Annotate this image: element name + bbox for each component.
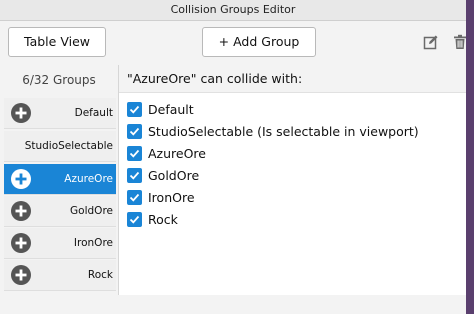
collide-item-label: GoldOre <box>148 167 200 183</box>
add-circle-icon[interactable] <box>11 233 31 253</box>
collision-groups-editor-window: Collision Groups Editor Table View + Add… <box>0 0 466 314</box>
collide-item-rock[interactable]: Rock <box>127 208 178 230</box>
checkbox-checked-icon[interactable] <box>127 211 142 227</box>
panel-header: "AzureOre" can collide with: <box>119 65 466 93</box>
collide-item-default[interactable]: Default <box>127 98 194 120</box>
collide-item-goldore[interactable]: GoldOre <box>127 164 199 186</box>
group-label: Rock <box>87 269 113 281</box>
checkbox-checked-icon[interactable] <box>127 101 142 117</box>
checkbox-checked-icon[interactable] <box>127 145 142 161</box>
toolbar: Table View + Add Group <box>0 21 466 65</box>
edit-icon[interactable] <box>423 34 439 50</box>
collide-item-label: IronOre <box>148 189 195 205</box>
group-label: IronOre <box>73 237 113 249</box>
group-row-ironore[interactable]: IronOre <box>4 228 116 259</box>
collide-item-label: Rock <box>148 211 178 227</box>
group-label: StudioSelectable <box>24 140 113 152</box>
collide-item-ironore[interactable]: IronOre <box>127 186 195 208</box>
checkbox-checked-icon[interactable] <box>127 123 142 139</box>
add-circle-icon[interactable] <box>11 103 31 123</box>
group-row-studioselectable[interactable]: StudioSelectable <box>4 131 116 162</box>
add-circle-icon[interactable] <box>11 265 31 285</box>
table-view-button[interactable]: Table View <box>8 27 106 57</box>
collide-item-azureore[interactable]: AzureOre <box>127 142 206 164</box>
bottom-strip <box>0 295 466 314</box>
group-count: 6/32 Groups <box>22 73 96 87</box>
group-row-default[interactable]: Default <box>4 98 116 129</box>
add-group-button[interactable]: + Add Group <box>202 27 316 57</box>
collide-item-label: StudioSelectable (Is selectable in viewp… <box>148 123 419 139</box>
add-circle-icon[interactable] <box>11 169 31 189</box>
group-label: AzureOre <box>64 173 113 185</box>
groups-sidebar: 6/32 Groups Default StudioSelectable Azu… <box>0 65 119 295</box>
collide-item-label: AzureOre <box>148 145 206 161</box>
collide-item-label: Default <box>148 101 194 117</box>
window-title: Collision Groups Editor <box>0 0 466 21</box>
trash-icon[interactable] <box>452 34 468 50</box>
collision-panel: "AzureOre" can collide with: Default Stu… <box>119 65 466 295</box>
add-circle-icon[interactable] <box>11 201 31 221</box>
group-row-azureore[interactable]: AzureOre <box>4 164 116 195</box>
group-row-goldore[interactable]: GoldOre <box>4 196 116 227</box>
group-label: Default <box>74 107 113 119</box>
checkbox-checked-icon[interactable] <box>127 189 142 205</box>
checkbox-checked-icon[interactable] <box>127 167 142 183</box>
group-label: GoldOre <box>70 205 113 217</box>
group-row-rock[interactable]: Rock <box>4 260 116 291</box>
collide-item-studioselectable[interactable]: StudioSelectable (Is selectable in viewp… <box>127 120 419 142</box>
